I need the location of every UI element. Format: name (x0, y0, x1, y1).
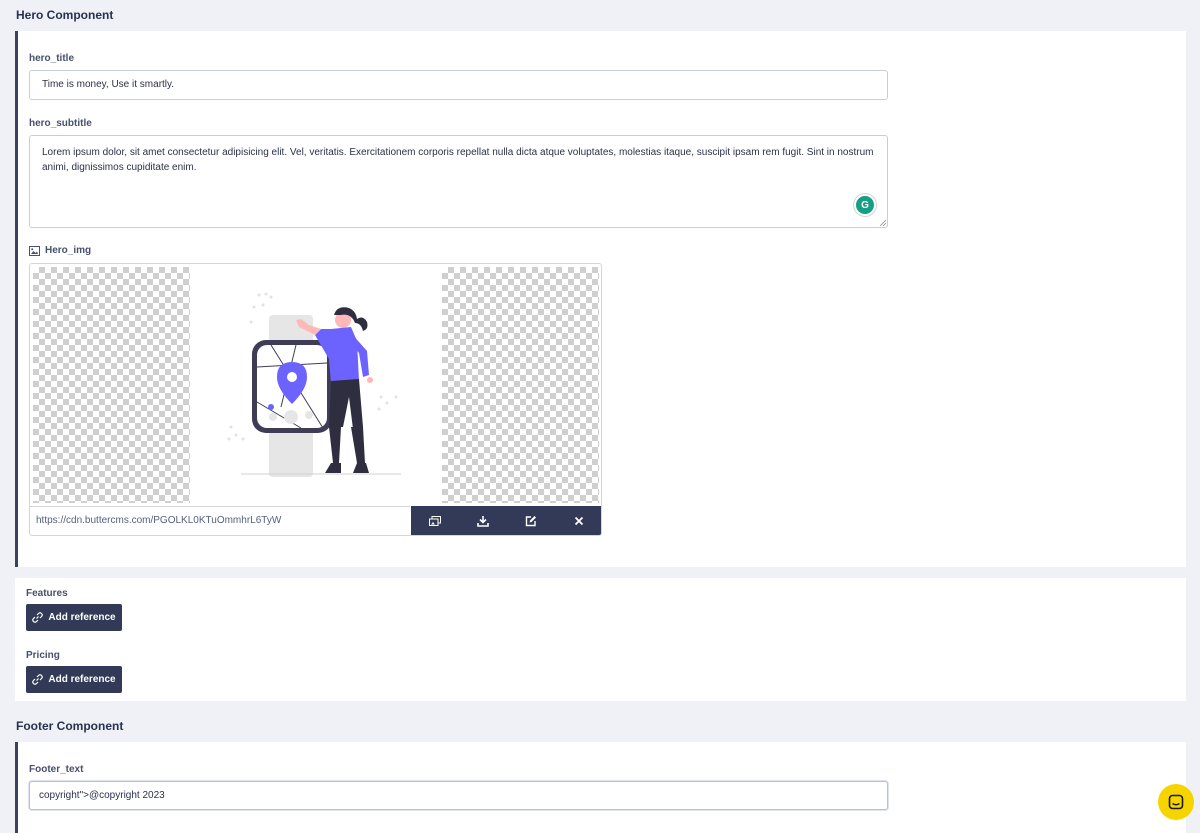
media-library-icon (429, 516, 441, 526)
edit-icon (525, 516, 536, 527)
download-button[interactable] (459, 506, 507, 535)
hero-subtitle-text: Lorem ipsum dolor, sit amet consectetur … (42, 147, 874, 173)
link-icon (32, 612, 44, 623)
remove-image-button[interactable] (555, 506, 601, 535)
footer-section-title: Footer Component (16, 719, 124, 733)
link-icon (32, 674, 44, 685)
grammarly-icon[interactable]: G (854, 194, 876, 216)
transparency-background-right (442, 267, 599, 503)
image-toolbar (411, 506, 601, 535)
hero-image-field: https://cdn.buttercms.com/PGOLKL0KTuOmmh… (29, 263, 602, 536)
hero-title-input[interactable]: Time is money, Use it smartly. (29, 70, 888, 100)
hero-title-label: hero_title (29, 53, 75, 64)
hero-subtitle-textarea[interactable]: Lorem ipsum dolor, sit amet consectetur … (29, 135, 888, 228)
hero-img-label: Hero_img (45, 245, 92, 256)
hero-section-title: Hero Component (16, 8, 114, 22)
chat-launcher-button[interactable] (1158, 784, 1194, 820)
edit-button[interactable] (507, 506, 555, 535)
hero-img-url[interactable]: https://cdn.buttercms.com/PGOLKL0KTuOmmh… (30, 506, 410, 535)
pricing-add-reference-button[interactable]: Add reference (26, 666, 122, 693)
features-label: Features (26, 588, 68, 599)
transparency-background-left (33, 267, 190, 503)
hero-subtitle-label: hero_subtitle (29, 118, 92, 129)
download-icon (477, 516, 489, 527)
pricing-label: Pricing (26, 650, 60, 661)
resize-handle-icon[interactable] (879, 219, 886, 226)
media-library-button[interactable] (411, 506, 459, 535)
features-add-reference-button[interactable]: Add reference (26, 604, 122, 631)
chat-icon (1168, 794, 1184, 810)
hero-illustration (191, 267, 441, 503)
image-icon (29, 245, 40, 256)
features-add-reference-label: Add reference (48, 612, 116, 623)
references-panel (15, 578, 1186, 701)
hero-img-label-row: Hero_img (29, 245, 91, 256)
footer-text-input[interactable]: copyright">@copyright 2023 (29, 781, 888, 810)
footer-text-label: Footer_text (29, 764, 84, 775)
pricing-add-reference-label: Add reference (48, 674, 116, 685)
close-icon (574, 516, 584, 526)
